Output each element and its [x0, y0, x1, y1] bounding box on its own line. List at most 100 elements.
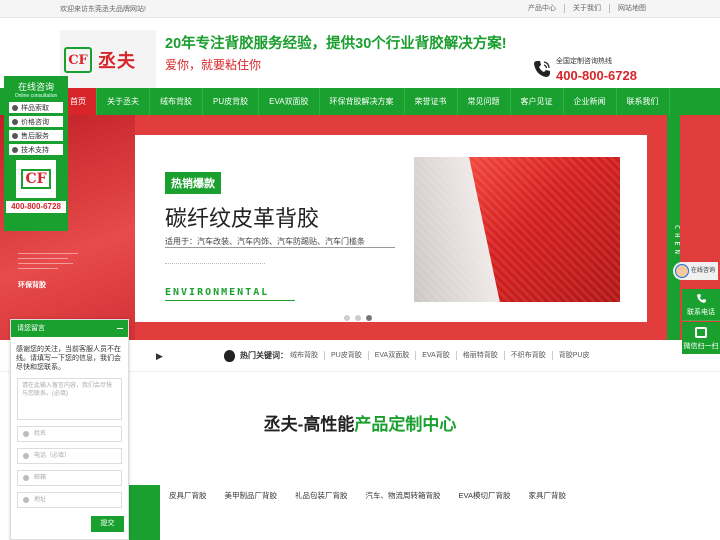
header-slogan: 20年专注背胶服务经验，提供30个行业背胶解决方案! [165, 36, 507, 52]
name-field[interactable]: 姓名 [17, 426, 122, 442]
agent-avatar-icon [675, 264, 689, 278]
wechat-qr-button[interactable]: 微信扫一扫 [682, 322, 720, 354]
consult-button-label: 样品索取 [21, 104, 49, 112]
slide-tag: 热销爆款 [165, 172, 221, 194]
banner-left-label: 环保背胶 [18, 282, 46, 289]
message-widget-header[interactable]: 请您留言 [11, 320, 128, 337]
qr-code-icon [695, 327, 707, 338]
keyword-item[interactable]: EVA双面胶 [367, 351, 416, 360]
banner-decor-lines [18, 253, 78, 273]
nav-item-eva[interactable]: EVA双面胶 [259, 88, 320, 115]
message-widget-title: 请您留言 [17, 325, 45, 332]
nav-item-faq[interactable]: 常见问题 [458, 88, 511, 115]
user-icon [12, 104, 18, 111]
phone-field[interactable]: 电话（必填） [17, 448, 122, 464]
consult-button-label: 技术支持 [21, 146, 49, 154]
consult-phone: 400-800-6728 [6, 201, 66, 213]
category-tab[interactable]: 美甲制品厂背胶 [216, 490, 287, 501]
logo-name: 丞夫 [98, 51, 136, 71]
consult-logo-mark: CF [21, 169, 51, 189]
main-nav: 首页 关于丞夫 绒布背胶 PU皮背胶 EVA双面胶 环保背胶解决方案 荣誉证书 … [0, 88, 720, 115]
submit-button[interactable]: 提交 [91, 516, 124, 532]
contact-phone-button[interactable]: 联系电话 [682, 289, 720, 321]
keyword-item[interactable]: EVA背胶 [415, 351, 456, 360]
hotline-label: 全国定制咨询热线 [556, 58, 612, 65]
welcome-text: 欢迎来访东莞丞夫品牌网站! [60, 5, 146, 13]
category-tab[interactable]: 礼品包装厂背胶 [286, 490, 357, 501]
keyword-item[interactable]: PU皮背胶 [324, 351, 368, 360]
contact-phone-label: 联系电话 [687, 309, 715, 316]
field-placeholder: 电话（必填） [34, 453, 71, 459]
nav-item-flocking[interactable]: 绒布背胶 [150, 88, 203, 115]
category-tab[interactable]: 家具厂背胶 [519, 490, 575, 501]
consult-logo: CF [16, 160, 56, 198]
minimize-icon[interactable] [117, 328, 123, 329]
category-tab[interactable]: 汽车、物流周转箱背胶 [357, 490, 450, 501]
consult-title: 在线咨询 Online consultation [6, 78, 66, 99]
keyword-item[interactable]: 不织布背胶 [503, 351, 552, 360]
online-agent-button[interactable]: 在线咨询 [673, 262, 718, 280]
banner-slide[interactable]: 热销爆款 碳纤纹皮革背胶 适用于：汽车改装、汽车内饰、汽车防踢贴、汽车门槛条 E… [135, 135, 647, 322]
consult-tech-button[interactable]: 技术支持 [9, 144, 63, 155]
search-arrow-icon[interactable]: ▶ [156, 351, 163, 362]
slider-dot-2[interactable] [355, 315, 361, 321]
nav-item-contact[interactable]: 联系我们 [617, 88, 670, 115]
address-field[interactable]: 地址 [17, 492, 122, 508]
top-link-about[interactable]: 关于我们 [564, 4, 609, 13]
message-textarea[interactable]: 请在此输入留言内容，我们会尽快与您联系。(必填) [17, 378, 122, 420]
slide-decor-dots [165, 263, 265, 265]
mail-icon [23, 475, 29, 481]
keyword-item[interactable]: 背胶PU皮 [551, 351, 596, 360]
category-tab[interactable]: EVA模切厂背胶 [450, 490, 520, 501]
phone-icon [534, 61, 550, 77]
keywords-label: 热门关键词： [240, 351, 288, 360]
message-widget: 请您留言 感谢您的关注，当前客服人员不在线。请填写一下您的信息，我们会尽快和您联… [10, 319, 129, 540]
consult-button-label: 售后服务 [21, 132, 49, 140]
phone-icon [23, 453, 29, 459]
user-icon [23, 431, 29, 437]
consult-price-button[interactable]: 价格咨询 [9, 116, 63, 127]
field-placeholder: 姓名 [34, 431, 47, 437]
category-tab[interactable]: 皮具厂背胶 [160, 490, 216, 501]
header-subslogan: 爱你，就要粘住你 [165, 58, 262, 72]
product-image [414, 157, 620, 302]
header: CF 丞夫 20年专注背胶服务经验，提供30个行业背胶解决方案! 爱你，就要粘住… [0, 18, 720, 90]
nav-item-cases[interactable]: 客户见证 [511, 88, 564, 115]
keyword-item[interactable]: 绒布背胶 [290, 351, 324, 360]
consult-aftersales-button[interactable]: 售后服务 [9, 130, 63, 141]
location-icon [23, 497, 29, 503]
nav-item-eco[interactable]: 环保背胶解决方案 [320, 88, 405, 115]
consult-sample-button[interactable]: 样品索取 [9, 102, 63, 113]
slide-env-line [165, 300, 295, 301]
top-links: 产品中心 关于我们 网站地图 [520, 4, 654, 13]
top-bar: 欢迎来访东莞丞夫品牌网站! 产品中心 关于我们 网站地图 [0, 0, 720, 18]
consult-button-label: 价格咨询 [21, 118, 49, 126]
top-link-products[interactable]: 产品中心 [520, 4, 564, 13]
email-field[interactable]: 邮箱 [17, 470, 122, 486]
user-icon [12, 118, 18, 125]
online-consult-float: 在线咨询 Online consultation 样品索取 价格咨询 售后服务 … [4, 76, 68, 231]
message-widget-notice: 感谢您的关注，当前客服人员不在线。请填写一下您的信息，我们会尽快和您联系。 [16, 346, 121, 371]
nav-item-about[interactable]: 关于丞夫 [97, 88, 150, 115]
keyword-item[interactable]: 格丽特背胶 [455, 351, 504, 360]
consult-title-text: 在线咨询 [17, 82, 54, 92]
slide-divider [165, 247, 395, 248]
slider-dot-1[interactable] [344, 315, 350, 321]
top-link-sitemap[interactable]: 网站地图 [609, 4, 654, 13]
section-title-dark: 丞夫-高性能 [263, 415, 355, 434]
field-placeholder: 邮箱 [34, 475, 47, 481]
hotline: 全国定制咨询热线 400-800-6728 [532, 56, 637, 83]
field-placeholder: 地址 [34, 497, 47, 503]
online-agent-label: 在线咨询 [691, 268, 716, 274]
keywords-list: 绒布背胶 PU皮背胶 EVA双面胶 EVA背胶 格丽特背胶 不织布背胶 背胶PU… [290, 351, 595, 360]
site-logo[interactable]: CF 丞夫 [60, 30, 156, 90]
nav-item-honor[interactable]: 荣誉证书 [405, 88, 458, 115]
user-icon [12, 132, 18, 139]
nav-item-pu[interactable]: PU皮背胶 [203, 88, 260, 115]
hero-banner[interactable]: 环保背胶 热销爆款 碳纤纹皮革背胶 适用于：汽车改装、汽车内饰、汽车防踢贴、汽车… [0, 115, 720, 340]
slider-dots [344, 315, 372, 321]
section-title-green: 产品定制中心 [354, 415, 457, 434]
nav-item-news[interactable]: 企业新闻 [564, 88, 617, 115]
slider-dot-3[interactable] [366, 315, 372, 321]
category-tabs: 皮具厂背胶 美甲制品厂背胶 礼品包装厂背胶 汽车、物流周转箱背胶 EVA模切厂背… [160, 490, 575, 501]
